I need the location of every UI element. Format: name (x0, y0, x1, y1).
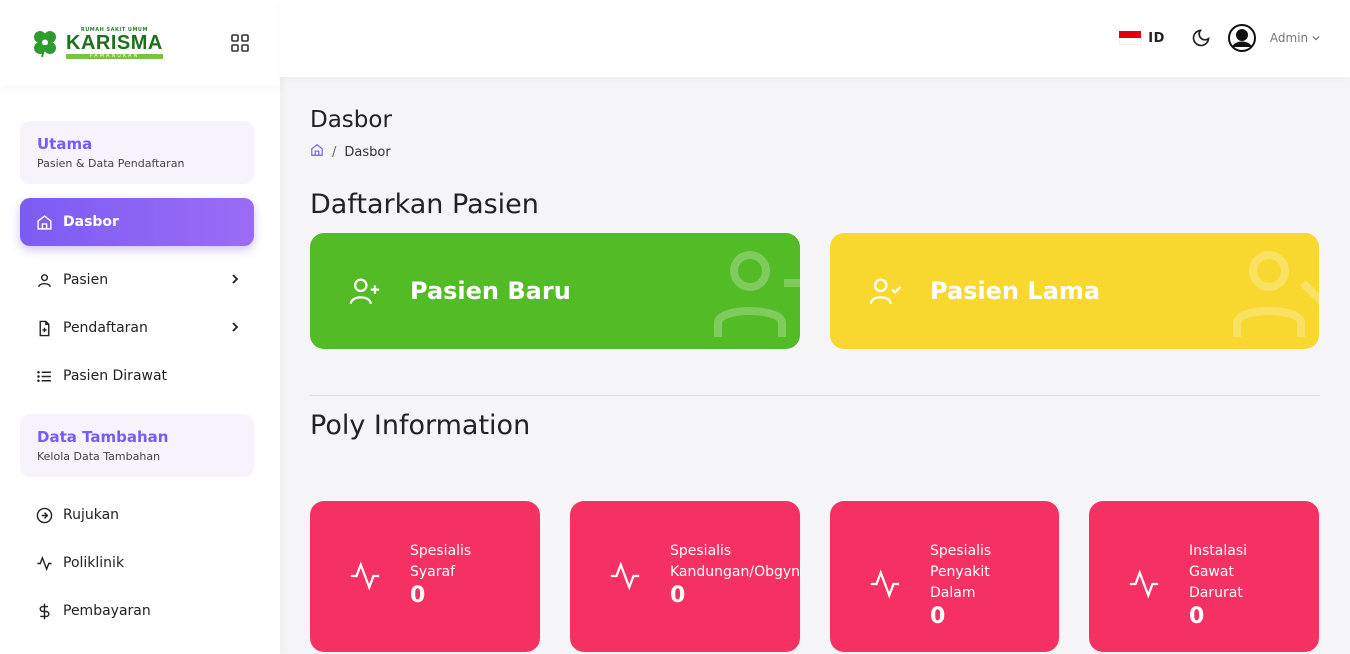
sidebar-item-label: Pasien (63, 272, 109, 288)
poly-name-line: Dalam (930, 585, 976, 601)
poly-name-line: Instalasi (1189, 543, 1248, 559)
register-section-title: Daftarkan Pasien (310, 189, 539, 220)
sidebar-item-label: Pendaftaran (63, 320, 148, 336)
sidebar-item-label: Dasbor (63, 214, 119, 230)
file-plus-icon (35, 319, 53, 337)
poly-name-line: Spesialis (670, 543, 732, 559)
poly-count: 0 (410, 583, 426, 608)
poly-name-line: Kandungan/Obgyn (670, 564, 800, 580)
page-title: Dasbor (310, 107, 392, 133)
clover-icon (34, 31, 56, 58)
poly-count: 0 (670, 583, 686, 608)
user-name: Admin (1269, 31, 1309, 45)
sidebar-item-dasbor[interactable]: Dasbor (20, 198, 254, 246)
sidebar-item-rujukan[interactable]: Rujukan (20, 491, 254, 539)
poly-count: 0 (1189, 604, 1205, 629)
sidebar-item-label: Pembayaran (63, 603, 151, 619)
activity-icon (610, 561, 640, 591)
poly-count: 0 (930, 604, 946, 629)
poly-name-line: Penyakit (930, 564, 990, 580)
indonesia-flag-icon[interactable] (1119, 31, 1142, 45)
activity-icon (870, 569, 900, 599)
poly-card-spesialis-syaraf[interactable]: Spesialis Syaraf 0 (310, 501, 540, 652)
poly-name-line: Gawat (1189, 564, 1234, 580)
avatar[interactable] (1227, 23, 1257, 53)
arrow-circle-icon (35, 506, 53, 524)
sidebar-item-label: Pasien Dirawat (63, 368, 168, 384)
card-label: Pasien Baru (410, 277, 571, 305)
user-plus-icon (348, 274, 382, 308)
language-selector[interactable]: ID (1148, 31, 1165, 46)
sidebar-item-label: Rujukan (63, 507, 120, 523)
moon-icon[interactable] (1191, 28, 1211, 48)
section-divider (310, 395, 1320, 396)
sidebar-item-pasien[interactable]: Pasien (20, 256, 254, 304)
sidebar-item-poliklinik[interactable]: Poliklinik (20, 539, 254, 587)
sidebar-item-pasien-dirawat[interactable]: Pasien Dirawat (20, 352, 254, 400)
chevron-right-icon (230, 320, 240, 336)
chevron-down-icon (1312, 35, 1320, 41)
section-utama: Utama Pasien & Data Pendaftaran (20, 121, 254, 184)
dollar-icon (35, 602, 53, 620)
pasien-lama-card[interactable]: Pasien Lama (830, 233, 1319, 349)
sidebar-item-pendaftaran[interactable]: Pendaftaran (20, 304, 254, 352)
poly-card-instalasi-gawat-darurat[interactable]: Instalasi Gawat Darurat 0 (1089, 501, 1319, 652)
user-menu[interactable]: Admin (1270, 31, 1320, 45)
top-header: ID Admin (280, 0, 1350, 77)
breadcrumb-separator: / (332, 144, 337, 160)
home-icon (35, 213, 53, 231)
home-icon[interactable] (310, 143, 324, 161)
card-label: Pasien Lama (930, 277, 1101, 305)
activity-icon (35, 554, 53, 572)
poly-name-line: Spesialis (930, 543, 992, 559)
user-check-icon (868, 274, 902, 308)
breadcrumb: / Dasbor (310, 143, 391, 161)
section-subtitle: Pasien & Data Pendaftaran (37, 157, 185, 170)
poly-name-line: Syaraf (410, 564, 456, 580)
grid-icon[interactable] (230, 33, 250, 53)
user-icon (1233, 251, 1319, 337)
activity-icon (1129, 569, 1159, 599)
chevron-right-icon (230, 272, 240, 288)
user-icon (714, 251, 800, 337)
pasien-baru-card[interactable]: Pasien Baru (310, 233, 800, 349)
section-title: Utama (37, 135, 93, 153)
logo-sub-text: PAMANUKAN (66, 53, 163, 59)
sidebar-item-label: Poliklinik (63, 555, 125, 571)
sidebar-item-pembayaran[interactable]: Pembayaran (20, 587, 254, 635)
list-icon (35, 367, 53, 385)
poly-section-title: Poly Information (310, 410, 531, 441)
poly-card-spesialis-penyakit-dalam[interactable]: Spesialis Penyakit Dalam 0 (830, 501, 1059, 652)
poly-name-line: Darurat (1189, 585, 1243, 601)
logo-name: KARISMA (66, 31, 163, 54)
section-title: Data Tambahan (37, 428, 169, 446)
section-subtitle: Kelola Data Tambahan (37, 450, 161, 463)
logo-bar: RUMAH SAKIT UMUM KARISMA PAMANUKAN (0, 0, 280, 86)
breadcrumb-current: Dasbor (344, 144, 391, 160)
section-data-tambahan: Data Tambahan Kelola Data Tambahan (20, 414, 254, 477)
user-icon (35, 271, 53, 289)
activity-icon (350, 561, 380, 591)
poly-name-line: Spesialis (410, 543, 472, 559)
hospital-logo[interactable]: RUMAH SAKIT UMUM KARISMA PAMANUKAN (30, 27, 163, 59)
sidebar: RUMAH SAKIT UMUM KARISMA PAMANUKAN Utama… (0, 0, 280, 654)
poly-card-spesialis-kandungan[interactable]: Spesialis Kandungan/Obgyn 0 (570, 501, 800, 652)
